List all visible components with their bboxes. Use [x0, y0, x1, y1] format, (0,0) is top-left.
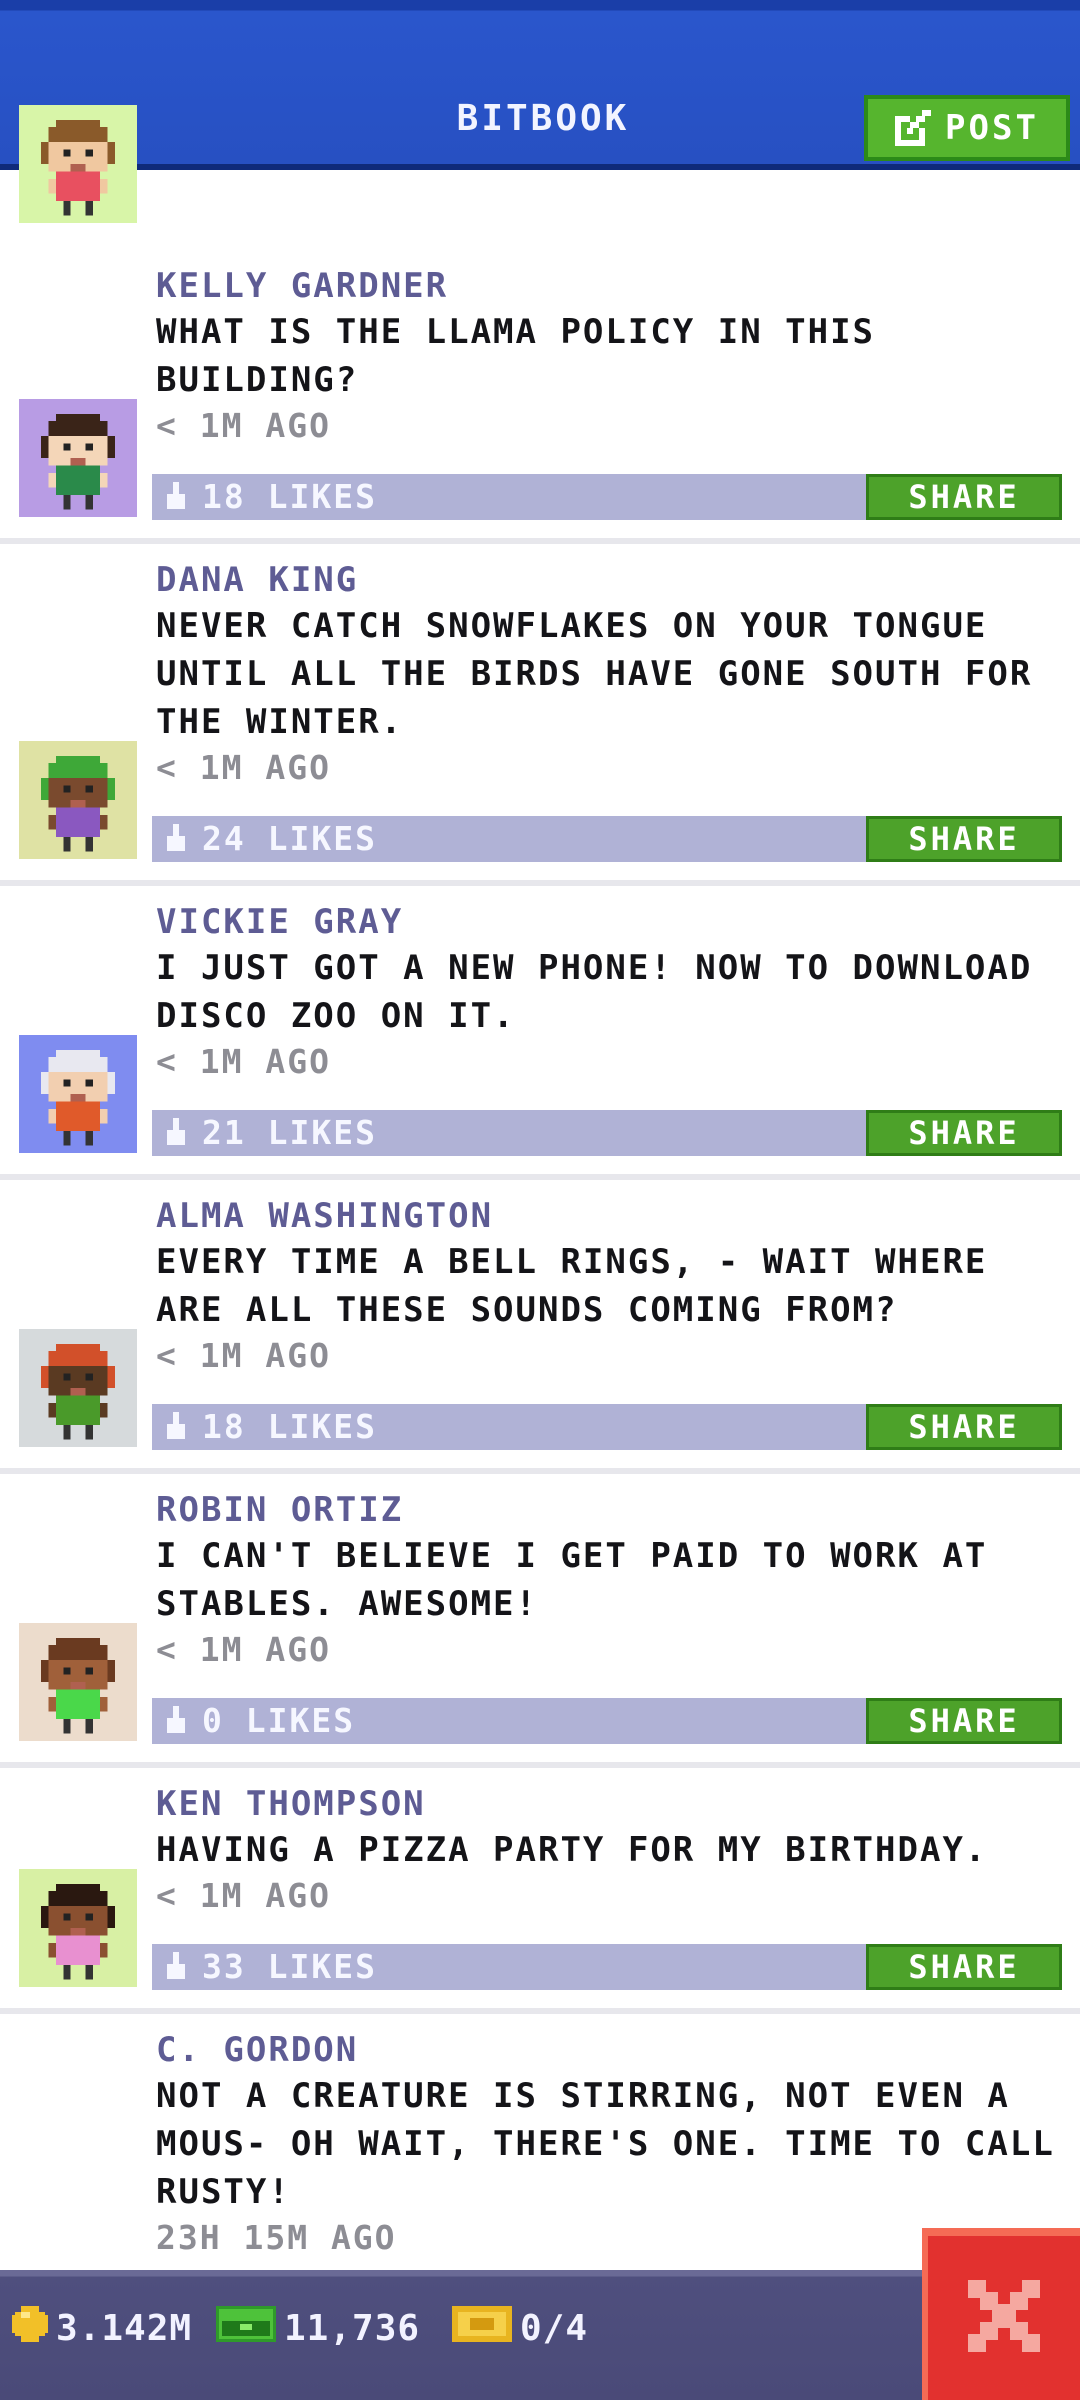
post-divider — [0, 1174, 1080, 1180]
post-message: I CAN'T BELIEVE I GET PAID TO WORK AT ST… — [156, 1536, 988, 1624]
post-author[interactable]: KELLY GARDNER — [156, 266, 448, 306]
avatar[interactable] — [19, 105, 137, 223]
post-message: NOT A CREATURE IS STIRRING, NOT EVEN A M… — [156, 2076, 1055, 2212]
ticket-icon — [452, 2306, 512, 2351]
close-icon — [968, 2280, 1040, 2356]
likes-count: 18 LIKES — [202, 477, 377, 516]
post-divider — [0, 538, 1080, 544]
avatar[interactable] — [19, 741, 137, 859]
thumb-icon[interactable] — [164, 1952, 188, 1982]
post-message: I JUST GOT A NEW PHONE! NOW TO DOWNLOAD … — [156, 948, 1033, 1036]
post-author[interactable]: KEN THOMPSON — [156, 1784, 426, 1824]
likes-bar: 18 LIKES SHARE — [152, 474, 1062, 520]
post-author[interactable]: C. GORDON — [156, 2030, 358, 2070]
likes-count: 0 LIKES — [202, 1701, 356, 1740]
likes-count: 24 LIKES — [202, 819, 377, 858]
post-timestamp: < 1M AGO — [156, 748, 331, 787]
thumb-icon[interactable] — [164, 824, 188, 854]
post-author[interactable]: VICKIE GRAY — [156, 902, 403, 942]
resource-bar: 3.142M 11,736 0/4 — [0, 2270, 1080, 2400]
avatar[interactable] — [19, 1329, 137, 1447]
cash-icon — [216, 2306, 276, 2351]
post-timestamp: < 1M AGO — [156, 406, 331, 445]
post-message: EVERY TIME A BELL RINGS, - WAIT WHERE AR… — [156, 1242, 988, 1330]
likes-bar: 21 LIKES SHARE — [152, 1110, 1062, 1156]
post-divider — [0, 2008, 1080, 2014]
thumb-icon[interactable] — [164, 1412, 188, 1442]
thumb-icon[interactable] — [164, 1706, 188, 1736]
post-timestamp: < 1M AGO — [156, 1042, 331, 1081]
likes-bar: 0 LIKES SHARE — [152, 1698, 1062, 1744]
app-header: BITBOOK POST — [0, 0, 1080, 170]
edit-icon — [895, 110, 932, 146]
avatar[interactable] — [19, 1623, 137, 1741]
post-divider — [0, 1468, 1080, 1474]
post-divider — [0, 880, 1080, 886]
post-author[interactable]: ROBIN ORTIZ — [156, 1490, 403, 1530]
post-button-label: POST — [945, 108, 1039, 148]
post-author[interactable]: ALMA WASHINGTON — [156, 1196, 493, 1236]
share-button[interactable]: SHARE — [866, 474, 1062, 520]
share-button[interactable]: SHARE — [866, 816, 1062, 862]
thumb-icon[interactable] — [164, 1118, 188, 1148]
likes-count: 18 LIKES — [202, 1407, 377, 1446]
likes-count: 33 LIKES — [202, 1947, 377, 1986]
cash-counter: 11,736 — [216, 2306, 420, 2351]
post-button[interactable]: POST — [864, 95, 1070, 161]
share-button[interactable]: SHARE — [866, 1404, 1062, 1450]
share-button[interactable]: SHARE — [866, 1698, 1062, 1744]
tickets-counter: 0/4 — [452, 2306, 588, 2351]
avatar[interactable] — [19, 399, 137, 517]
likes-count: 21 LIKES — [202, 1113, 377, 1152]
coins-value: 3.142M — [56, 2308, 193, 2349]
post-timestamp: < 1M AGO — [156, 1876, 331, 1915]
post-timestamp: 23H 15M AGO — [156, 2218, 397, 2257]
close-button[interactable] — [922, 2228, 1080, 2400]
coin-icon — [12, 2306, 48, 2351]
post-timestamp: < 1M AGO — [156, 1630, 331, 1669]
likes-bar: 18 LIKES SHARE — [152, 1404, 1062, 1450]
post-divider — [0, 1762, 1080, 1768]
likes-bar: 33 LIKES SHARE — [152, 1944, 1062, 1990]
post-timestamp: < 1M AGO — [156, 1336, 331, 1375]
thumb-icon[interactable] — [164, 482, 188, 512]
post-message: WHAT IS THE LLAMA POLICY IN THIS BUILDIN… — [156, 312, 876, 400]
share-button[interactable]: SHARE — [866, 1110, 1062, 1156]
post-message: NEVER CATCH SNOWFLAKES ON YOUR TONGUE UN… — [156, 606, 1033, 742]
coins-counter: 3.142M — [12, 2306, 192, 2351]
post-message: HAVING A PIZZA PARTY FOR MY BIRTHDAY. — [156, 1830, 988, 1870]
avatar[interactable] — [19, 1035, 137, 1153]
likes-bar: 24 LIKES SHARE — [152, 816, 1062, 862]
avatar[interactable] — [19, 1869, 137, 1987]
tickets-value: 0/4 — [520, 2308, 589, 2349]
cash-value: 11,736 — [284, 2308, 421, 2349]
share-button[interactable]: SHARE — [866, 1944, 1062, 1990]
post-author[interactable]: DANA KING — [156, 560, 358, 600]
